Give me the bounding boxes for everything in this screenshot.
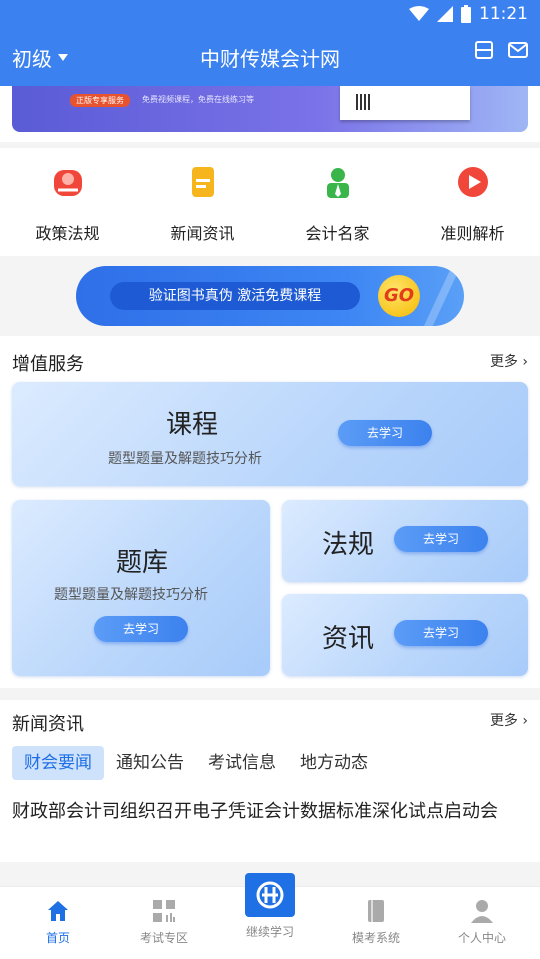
card-title: 法规	[322, 530, 375, 560]
go-badge: GO	[378, 275, 420, 317]
play-icon	[455, 164, 491, 200]
tab-finance-news[interactable]: 财会要闻	[12, 746, 104, 780]
tab-label: 首页	[45, 931, 70, 945]
more-link[interactable]: 更多 ›	[490, 710, 528, 730]
policy-icon	[50, 164, 86, 200]
battery-icon	[461, 5, 471, 23]
card-title: 题库	[116, 548, 169, 578]
verify-book-button[interactable]: 验证图书真伪 激活免费课程 GO	[76, 266, 464, 326]
card-title: 资讯	[322, 624, 375, 654]
tab-home[interactable]: 首页	[4, 899, 112, 946]
scan-icon[interactable]	[474, 40, 494, 60]
verify-text: 验证图书真伪 激活免费课程	[110, 282, 360, 310]
expert-icon	[320, 164, 356, 200]
more-label: 更多	[489, 713, 518, 729]
study-button[interactable]: 去学习	[338, 420, 432, 446]
grid-icon	[152, 899, 176, 923]
tab-notices[interactable]: 通知公告	[104, 746, 196, 780]
wifi-icon	[409, 6, 429, 21]
quick-entry-expert[interactable]: 会计名家	[270, 164, 405, 244]
book-image	[340, 86, 470, 120]
information-card[interactable]: 资讯 去学习	[282, 594, 528, 676]
app-bar: 初级 中财传媒会计网	[0, 28, 540, 86]
quick-entry-policy[interactable]: 政策法规	[0, 164, 135, 244]
quick-entries: 政策法规 新闻资讯 会计名家 准则解析	[0, 148, 540, 256]
question-bank-card[interactable]: 题库 题型题量及解题技巧分析 去学习	[12, 500, 270, 676]
tab-exam-info[interactable]: 考试信息	[196, 746, 288, 780]
banner-pill: 正版专享服务	[70, 94, 130, 107]
qr-code-icon	[356, 94, 372, 110]
value-services-section: 增值服务 更多 › 课程 题型题量及解题技巧分析 去学习 题库 题型题量及解题技…	[0, 336, 540, 688]
quick-entry-label: 新闻资讯	[170, 224, 235, 243]
quick-entry-label: 准则解析	[440, 224, 505, 243]
person-icon	[470, 899, 494, 923]
more-label: 更多	[489, 354, 518, 370]
tab-mock-exam[interactable]: 模考系统	[322, 899, 430, 946]
tab-local-news[interactable]: 地方动态	[288, 746, 380, 780]
section-title: 新闻资讯	[12, 714, 84, 735]
logo-icon	[245, 873, 295, 917]
status-bar: 11:21	[0, 0, 540, 28]
tab-label: 个人中心	[457, 931, 506, 945]
more-link[interactable]: 更多 ›	[490, 351, 528, 371]
card-subtitle: 题型题量及解题技巧分析	[54, 587, 208, 603]
mail-icon[interactable]	[508, 40, 528, 60]
course-card[interactable]: 课程 题型题量及解题技巧分析 去学习	[12, 382, 528, 486]
study-button[interactable]: 去学习	[394, 620, 488, 646]
news-section: 新闻资讯 更多 › 财会要闻 通知公告 考试信息 地方动态 财政部会计司组织召开…	[0, 700, 540, 862]
status-time: 11:21	[479, 4, 528, 24]
regulations-card[interactable]: 法规 去学习	[282, 500, 528, 582]
study-button[interactable]: 去学习	[94, 616, 188, 642]
tab-label: 模考系统	[351, 931, 400, 945]
quick-entry-label: 会计名家	[305, 224, 370, 243]
tab-profile[interactable]: 个人中心	[428, 899, 536, 946]
news-icon	[185, 164, 221, 200]
tab-exam-zone[interactable]: 考试专区	[110, 899, 218, 946]
section-title: 增值服务	[12, 354, 84, 375]
tab-continue-study[interactable]: 继续学习	[216, 873, 324, 940]
card-title: 课程	[166, 410, 219, 440]
tab-label: 考试专区	[139, 931, 188, 945]
study-button[interactable]: 去学习	[394, 526, 488, 552]
decor-stripe	[417, 266, 463, 326]
banner-text: 免费视频课程，免费在线练习等	[142, 95, 254, 104]
news-headline[interactable]: 财政部会计司组织召开电子凭证会计数据标准深化试点启动会	[12, 798, 528, 826]
home-icon	[46, 899, 70, 923]
banner-section: 正版专享服务 免费视频课程，免费在线练习等	[0, 86, 540, 142]
bottom-tab-bar: 首页 考试专区 继续学习 模考系统 个人中心	[0, 873, 540, 959]
tab-label: 继续学习	[245, 925, 294, 939]
news-tabs: 财会要闻 通知公告 考试信息 地方动态	[12, 746, 380, 780]
book-icon	[364, 899, 388, 923]
quick-entry-label: 政策法规	[35, 224, 100, 243]
verify-section: 验证图书真伪 激活免费课程 GO	[0, 256, 540, 336]
promo-banner[interactable]: 正版专享服务 免费视频课程，免费在线练习等	[12, 86, 528, 132]
quick-entry-news[interactable]: 新闻资讯	[135, 164, 270, 244]
card-subtitle: 题型题量及解题技巧分析	[108, 451, 262, 467]
app-title: 中财传媒会计网	[200, 47, 340, 71]
signal-icon	[437, 6, 453, 22]
quick-entry-standard[interactable]: 准则解析	[405, 164, 540, 244]
